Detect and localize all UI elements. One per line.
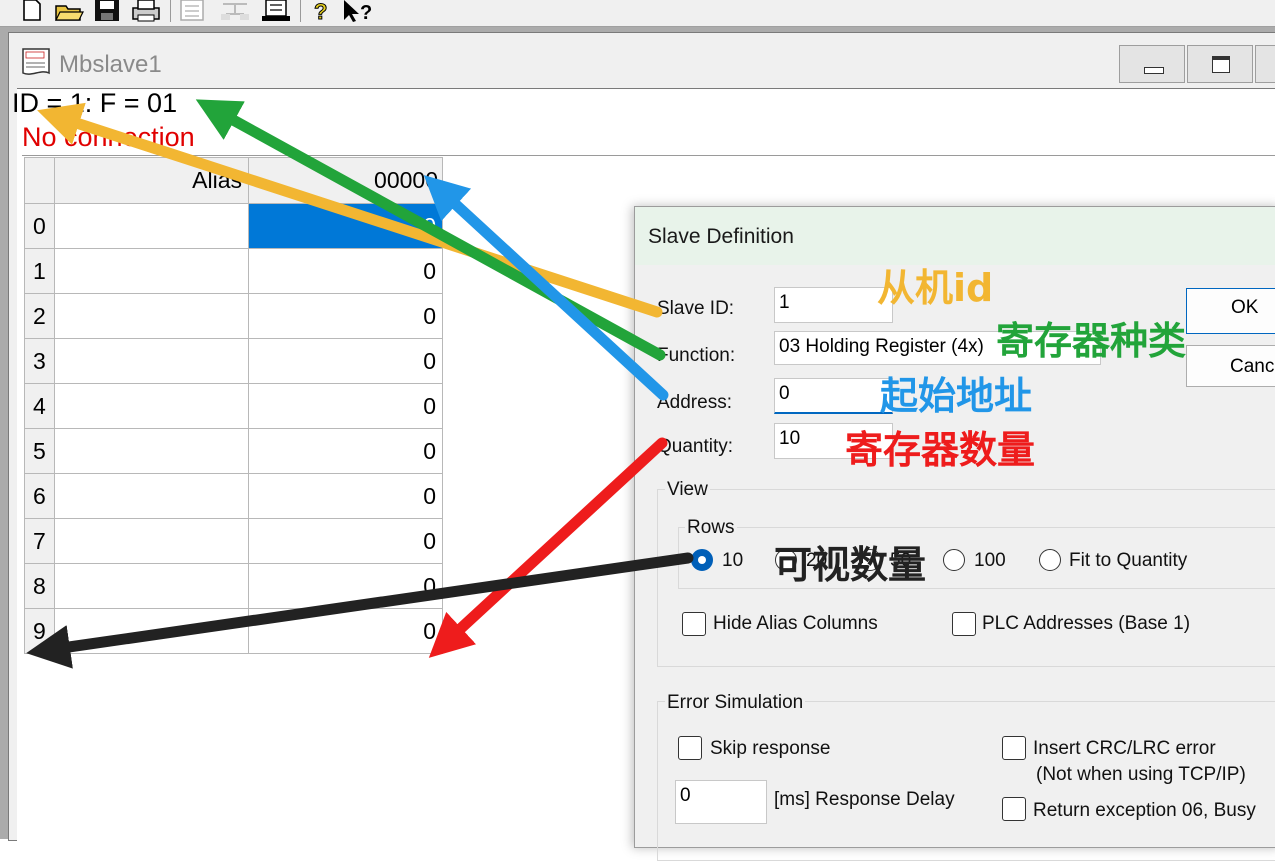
annotation-slave-id: 从机id — [877, 266, 994, 310]
annotation-arrows — [26, 99, 694, 669]
annotation-function: 寄存器种类 — [996, 319, 1187, 363]
address-arrow — [423, 175, 669, 401]
quantity-arrow — [428, 437, 668, 658]
slave-id-arrow — [37, 102, 663, 318]
rows-arrow — [26, 552, 694, 669]
annotation-rows: 可视数量 — [774, 543, 927, 587]
annotation-address: 起始地址 — [880, 374, 1033, 418]
function-arrow — [195, 99, 666, 361]
annotation-quantity: 寄存器数量 — [845, 428, 1036, 472]
